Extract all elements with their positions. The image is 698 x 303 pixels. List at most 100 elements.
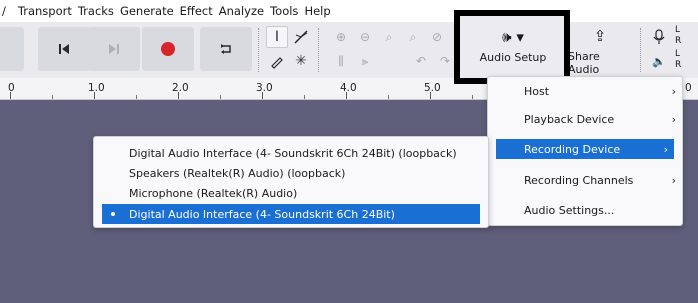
ruler-label: 3.0	[256, 82, 273, 94]
chevron-right-icon: ›	[671, 173, 676, 187]
zoom-in-icon: ⊕	[335, 30, 347, 44]
ruler-label: 0	[8, 82, 15, 94]
fit-project-icon: ⌕	[409, 29, 417, 44]
stop-button[interactable]	[0, 27, 24, 71]
speaker-dropdown-icon: 🕪 ▾	[502, 27, 524, 46]
share-audio-label: Share Audio	[568, 50, 600, 76]
undo-icon: ↶	[415, 54, 427, 68]
recording-device-submenu: Digital Audio Interface (4- Soundskrit 6…	[93, 136, 489, 228]
ruler-label: 0	[685, 82, 692, 94]
undo-button[interactable]: ↶	[410, 50, 432, 72]
menu-item-host[interactable]: Host ›	[488, 81, 682, 101]
audio-setup-highlight: 🕪 ▾ Audio Setup	[454, 10, 570, 84]
device-option-label: Digital Audio Interface (4- Soundskrit 6…	[129, 207, 395, 221]
multi-tool-icon: ✳	[295, 53, 307, 69]
speaker-icon: 🔈	[652, 54, 666, 68]
record-icon	[161, 42, 175, 56]
menu-view[interactable]: /	[0, 4, 12, 18]
ruler-tick	[262, 92, 263, 99]
ruler-tick	[304, 95, 305, 99]
fit-selection-icon: ⌕	[385, 29, 393, 44]
recording-device-option[interactable]: Digital Audio Interface (4- Soundskrit 6…	[94, 143, 488, 163]
ruler-tick	[346, 92, 347, 99]
ruler-tick	[10, 92, 11, 99]
fit-project-button[interactable]: ⌕	[402, 26, 424, 48]
audio-setup-button[interactable]: 🕪 ▾ Audio Setup	[468, 20, 558, 70]
toolbar-grip[interactable]	[318, 28, 321, 72]
ruler-tick	[136, 95, 137, 99]
trim-button[interactable]: ⫼	[330, 50, 352, 72]
ruler-tick	[52, 95, 53, 99]
silence-button[interactable]: ⫸	[354, 50, 376, 72]
skip-to-end-button[interactable]	[88, 27, 140, 71]
loop-button[interactable]	[200, 27, 252, 71]
chevron-right-icon: ›	[663, 142, 668, 156]
device-option-label: Digital Audio Interface (4- Soundskrit 6…	[129, 146, 457, 160]
menu-item-recording-channels[interactable]: Recording Channels ›	[488, 170, 682, 190]
loop-icon	[221, 44, 231, 54]
envelope-tool[interactable]	[290, 26, 312, 48]
recording-device-option-selected[interactable]: Digital Audio Interface (4- Soundskrit 6…	[102, 204, 480, 224]
redo-button[interactable]: ↷	[434, 50, 456, 72]
menu-help[interactable]: Help	[304, 4, 336, 18]
record-meter-button[interactable]	[648, 26, 670, 48]
record-button[interactable]	[142, 27, 194, 71]
menu-tools[interactable]: Tools	[270, 4, 304, 18]
envelope-tool-icon	[294, 30, 308, 44]
audio-setup-label: Audio Setup	[479, 50, 547, 64]
meter-label-r: R	[675, 36, 682, 46]
recording-device-option[interactable]: Microphone (Realtek(R) Audio)	[94, 183, 488, 203]
ruler-label: 4.0	[340, 82, 357, 94]
playback-meter-button[interactable]: 🔈	[648, 50, 670, 72]
fit-selection-button[interactable]: ⌕	[378, 26, 400, 48]
menu-transport[interactable]: Transport	[18, 4, 78, 18]
ruler-tick	[472, 95, 473, 99]
zoom-out-icon: ⊖	[359, 30, 371, 44]
redo-icon: ↷	[439, 54, 451, 68]
menu-item-label: Host	[524, 84, 550, 98]
toolbar-grip[interactable]	[258, 28, 261, 72]
chevron-right-icon: ›	[671, 112, 676, 126]
menu-tracks[interactable]: Tracks	[78, 4, 120, 18]
menu-item-playback-device[interactable]: Playback Device ›	[488, 109, 682, 129]
silence-icon: ⫸	[361, 53, 369, 68]
zoom-out-button[interactable]: ⊖	[354, 26, 376, 48]
meter-label-l: L	[675, 25, 681, 35]
zoom-in-button[interactable]: ⊕	[330, 26, 352, 48]
skip-to-start-button[interactable]	[38, 27, 90, 71]
ruler-tick	[220, 95, 221, 99]
menu-item-recording-device[interactable]: Recording Device ›	[496, 139, 674, 159]
menu-item-label: Audio Settings...	[524, 203, 615, 217]
selection-tool[interactable]: I	[266, 26, 288, 48]
menu-item-label: Recording Channels	[524, 173, 634, 187]
ruler-tick	[388, 95, 389, 99]
microphone-icon	[653, 29, 665, 44]
share-audio-button[interactable]: ⇪ Share Audio	[568, 27, 632, 76]
meter-label-l: L	[675, 49, 681, 59]
ruler-tick	[94, 92, 95, 99]
zoom-toggle-icon: ⊘	[431, 30, 443, 44]
share-icon: ⇪	[593, 27, 607, 45]
menu-analyze[interactable]: Analyze	[219, 4, 270, 18]
toolbar-grip[interactable]	[640, 28, 643, 72]
ruler-tick	[178, 92, 179, 99]
menu-item-label: Recording Device	[524, 142, 621, 156]
audio-setup-menu: Host › Playback Device › Recording Devic…	[487, 76, 683, 226]
selection-tool-icon: I	[274, 29, 280, 45]
skip-to-start-icon	[59, 44, 69, 54]
menu-effect[interactable]: Effect	[180, 4, 219, 18]
ruler-label: 5.0	[424, 82, 441, 94]
zoom-toggle-button[interactable]: ⊘	[426, 26, 448, 48]
trim-icon: ⫼	[338, 53, 344, 68]
menu-item-label: Playback Device	[524, 112, 615, 126]
multi-tool[interactable]: ✳	[290, 50, 312, 72]
menu-generate[interactable]: Generate	[120, 4, 180, 18]
recording-device-option[interactable]: Speakers (Realtek(R) Audio) (loopback)	[94, 163, 488, 183]
menu-item-audio-settings[interactable]: Audio Settings...	[488, 200, 682, 220]
ruler-tick	[430, 92, 431, 99]
ruler-label: 1.0	[88, 82, 105, 94]
draw-tool-icon	[271, 57, 283, 69]
selected-bullet-icon	[111, 212, 115, 216]
device-option-label: Microphone (Realtek(R) Audio)	[129, 186, 298, 200]
draw-tool[interactable]	[266, 50, 288, 72]
